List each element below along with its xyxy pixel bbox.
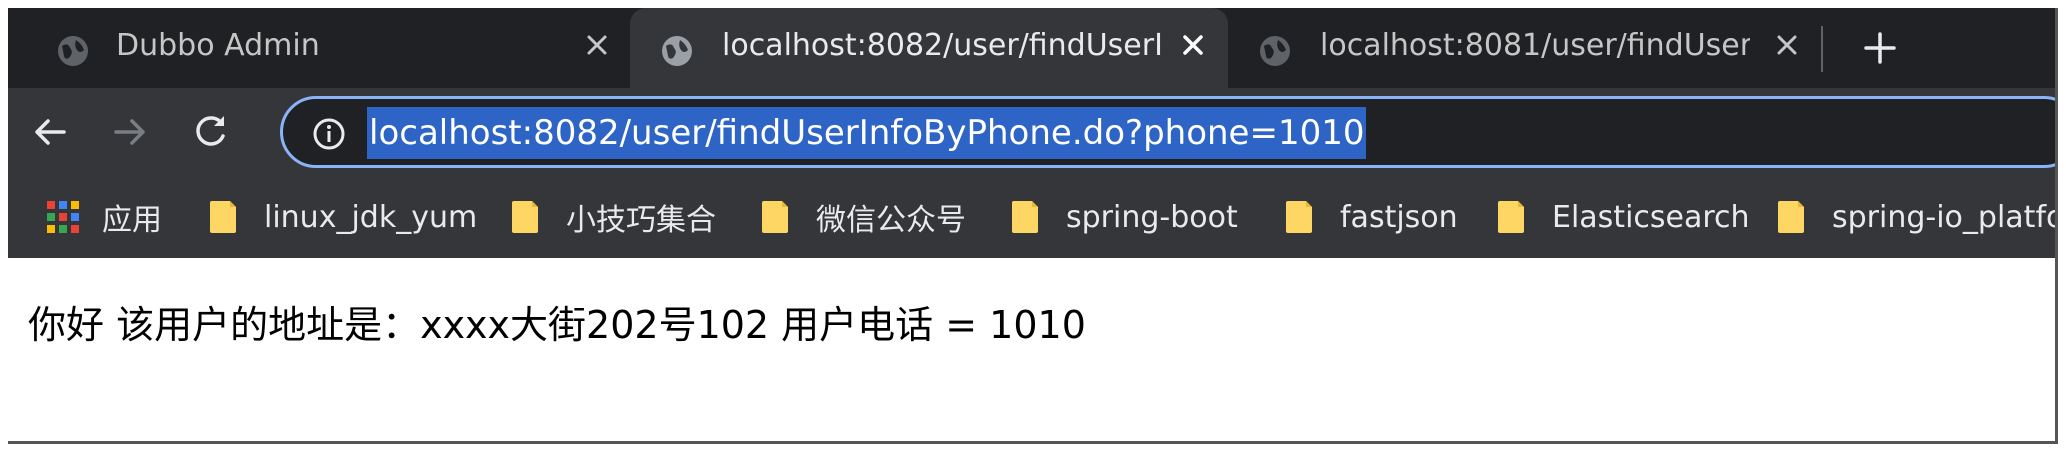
page-content: 你好 该用户的地址是：xxxx大街202号102 用户电话 = 1010 <box>8 258 2055 441</box>
globe-icon <box>1260 36 1290 66</box>
close-icon[interactable] <box>1178 30 1208 60</box>
tab-localhost-8081[interactable]: localhost:8081/user/findUserA <box>1230 8 1820 88</box>
bookmarks-bar: 应用 linux_jdk_yum 小技巧集合 微信公众号 spring-boot… <box>8 176 2058 258</box>
bookmark-label: 微信公众号 <box>816 203 966 238</box>
tab-strip: Dubbo Admin localhost:8082/user/findUser… <box>8 8 2055 88</box>
bookmark-apps[interactable]: 应用 <box>46 176 162 258</box>
forward-button[interactable] <box>108 110 152 154</box>
folder-icon <box>512 201 538 233</box>
close-icon[interactable] <box>582 30 612 60</box>
bookmark-label: 应用 <box>102 203 162 238</box>
folder-icon <box>1286 201 1312 233</box>
bookmark-folder-fastjson[interactable]: fastjson <box>1284 176 1458 258</box>
folder-icon <box>762 201 788 233</box>
back-button[interactable] <box>28 110 72 154</box>
info-icon[interactable] <box>311 116 347 152</box>
tab-separator <box>1821 26 1823 72</box>
bookmark-label: Elasticsearch <box>1552 199 1750 235</box>
new-tab-button[interactable] <box>1860 28 1900 68</box>
tab-title: localhost:8081/user/findUserA <box>1320 28 1750 63</box>
bookmark-folder-spring-boot[interactable]: spring-boot <box>1010 176 1238 258</box>
globe-icon <box>662 36 692 66</box>
folder-icon <box>1778 201 1804 233</box>
globe-icon <box>58 36 88 66</box>
toolbar: localhost:8082/user/findUserInfoByPhone.… <box>8 88 2055 176</box>
tab-title: localhost:8082/user/findUserIn <box>722 28 1162 63</box>
tab-dubbo-admin[interactable]: Dubbo Admin <box>8 8 628 88</box>
bookmark-folder-linux-jdk-yum[interactable]: linux_jdk_yum <box>208 176 477 258</box>
bookmark-folder-spring-io-platform[interactable]: spring-io_platfo <box>1776 176 2058 258</box>
apps-grid-icon <box>47 201 79 233</box>
address-bar[interactable]: localhost:8082/user/findUserInfoByPhone.… <box>280 96 2055 168</box>
tab-title: Dubbo Admin <box>116 28 320 63</box>
reload-button[interactable] <box>188 110 232 154</box>
folder-icon <box>1498 201 1524 233</box>
bookmark-label: 小技巧集合 <box>566 203 716 238</box>
browser-window: Dubbo Admin localhost:8082/user/findUser… <box>8 8 2058 444</box>
folder-icon <box>210 201 236 233</box>
bookmark-label: linux_jdk_yum <box>264 199 478 235</box>
bookmark-folder-elasticsearch[interactable]: Elasticsearch <box>1496 176 1750 258</box>
url-text[interactable]: localhost:8082/user/findUserInfoByPhone.… <box>367 107 1367 159</box>
bookmark-label: spring-boot <box>1066 199 1238 235</box>
bookmark-label: spring-io_platfo <box>1832 199 2058 235</box>
response-text: 你好 该用户的地址是：xxxx大街202号102 用户电话 = 1010 <box>28 303 1086 347</box>
bookmark-folder-wechat[interactable]: 微信公众号 <box>760 176 966 258</box>
folder-icon <box>1012 201 1038 233</box>
bookmark-label: fastjson <box>1340 199 1458 235</box>
bookmark-folder-tips[interactable]: 小技巧集合 <box>510 176 716 258</box>
close-icon[interactable] <box>1772 30 1802 60</box>
tab-localhost-8082[interactable]: localhost:8082/user/findUserIn <box>630 8 1228 88</box>
